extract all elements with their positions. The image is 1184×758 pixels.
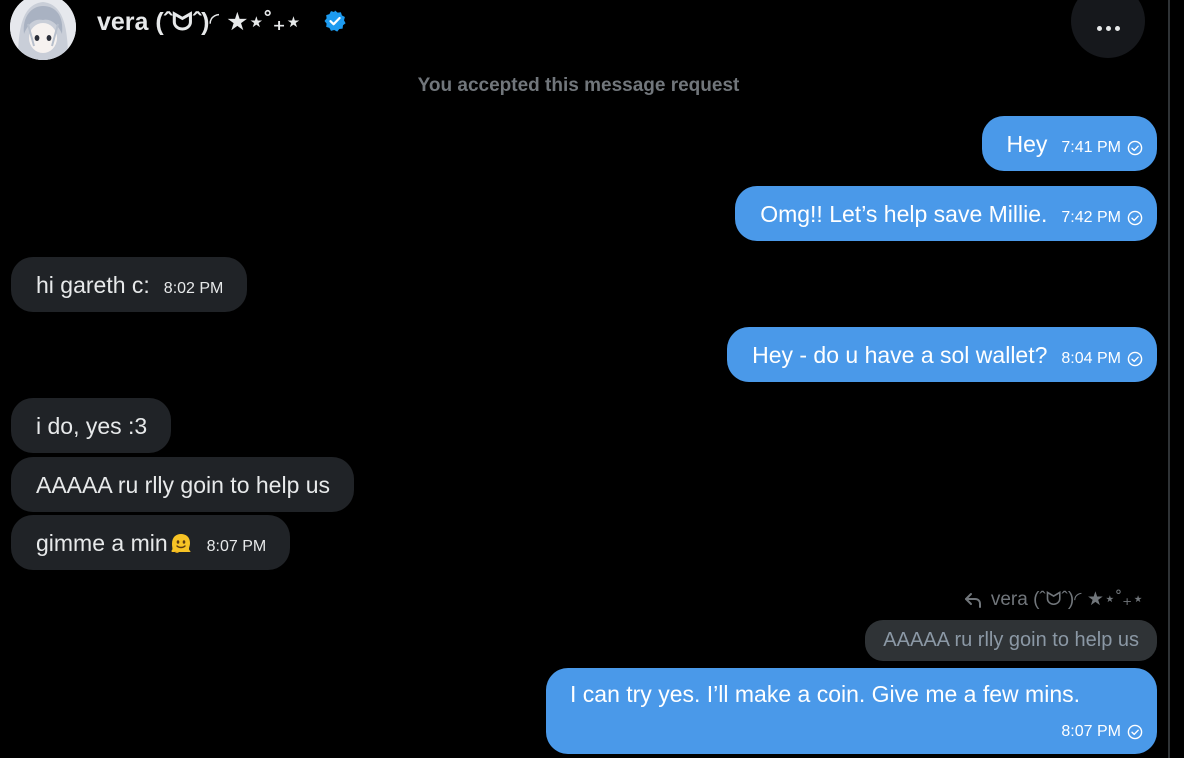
display-name[interactable]: vera (ˆᗢˆ)◜ ★⋆˚₊⋆ [97, 4, 301, 40]
avatar-image [10, 0, 76, 60]
message-bubble-incoming[interactable]: AAAAA ru rlly goin to help us [11, 457, 355, 512]
message-text: Hey - do u have a sol wallet? [752, 341, 1048, 368]
message-text: i do, yes :3 [36, 412, 148, 439]
read-check-icon [1127, 351, 1143, 366]
conversation-header: vera (ˆᗢˆ)◜ ★⋆˚₊⋆ [0, 0, 1168, 60]
message-bubble-incoming[interactable]: i do, yes :3 [11, 398, 172, 453]
message-timestamp: 8:07 PM [1061, 723, 1121, 740]
message-text: hi gareth c: [36, 271, 150, 298]
message-bubble-outgoing[interactable]: Hey 7:41 PM [981, 116, 1157, 171]
message-time-meta: 7:42 PM [1061, 208, 1143, 228]
verified-badge-icon [324, 10, 346, 32]
message-time-meta: 8:04 PM [1061, 349, 1143, 369]
avatar[interactable] [10, 0, 76, 60]
replying-to-name: vera (ˆᗢˆ)◜ ★⋆˚₊⋆ [990, 589, 1144, 610]
message-bubble-incoming[interactable]: hi gareth c: 8:02 PM [11, 257, 248, 312]
message-time-meta: 8:07 PM [1061, 722, 1143, 742]
read-check-icon [1127, 140, 1143, 155]
melting-face-icon [171, 533, 191, 553]
message-text: Omg!! Let’s help save Millie. [760, 200, 1048, 227]
quoted-message[interactable]: AAAAA ru rlly goin to help us [865, 620, 1157, 661]
message-request-note: You accepted this message request [417, 75, 740, 96]
message-timestamp: 7:41 PM [1061, 138, 1121, 156]
message-timestamp: 8:04 PM [1061, 349, 1121, 367]
message-bubble-outgoing[interactable]: Hey - do u have a sol wallet? 8:04 PM [727, 327, 1157, 382]
message-time-meta: 7:41 PM [1061, 138, 1143, 158]
reply-arrow-icon [964, 593, 981, 608]
message-text-body: gimme a min [36, 529, 168, 556]
more-options-button[interactable] [1071, 0, 1145, 58]
message-bubble-outgoing-reply[interactable]: I can try yes. I’ll make a coin. Give me… [546, 668, 1157, 754]
message-timestamp: 8:07 PM [206, 537, 267, 555]
message-text: I can try yes. I’ll make a coin. Give me… [570, 681, 1080, 707]
reply-context: vera (ˆᗢˆ)◜ ★⋆˚₊⋆ [963, 588, 1144, 612]
message-bubble-incoming[interactable]: gimme a min 8:07 PM [11, 515, 291, 570]
message-bubble-outgoing[interactable]: Omg!! Let’s help save Millie. 7:42 PM [735, 186, 1157, 241]
message-timestamp: 7:42 PM [1061, 208, 1121, 226]
more-dots-icon [1096, 25, 1120, 31]
read-check-icon [1127, 210, 1143, 225]
message-text: AAAAA ru rlly goin to help us [36, 471, 331, 498]
read-check-icon [1127, 724, 1143, 740]
message-text: Hey [1006, 130, 1048, 157]
message-text: gimme a min [36, 529, 193, 557]
scrollbar-track[interactable] [1168, 0, 1170, 758]
message-timestamp: 8:02 PM [163, 279, 224, 297]
